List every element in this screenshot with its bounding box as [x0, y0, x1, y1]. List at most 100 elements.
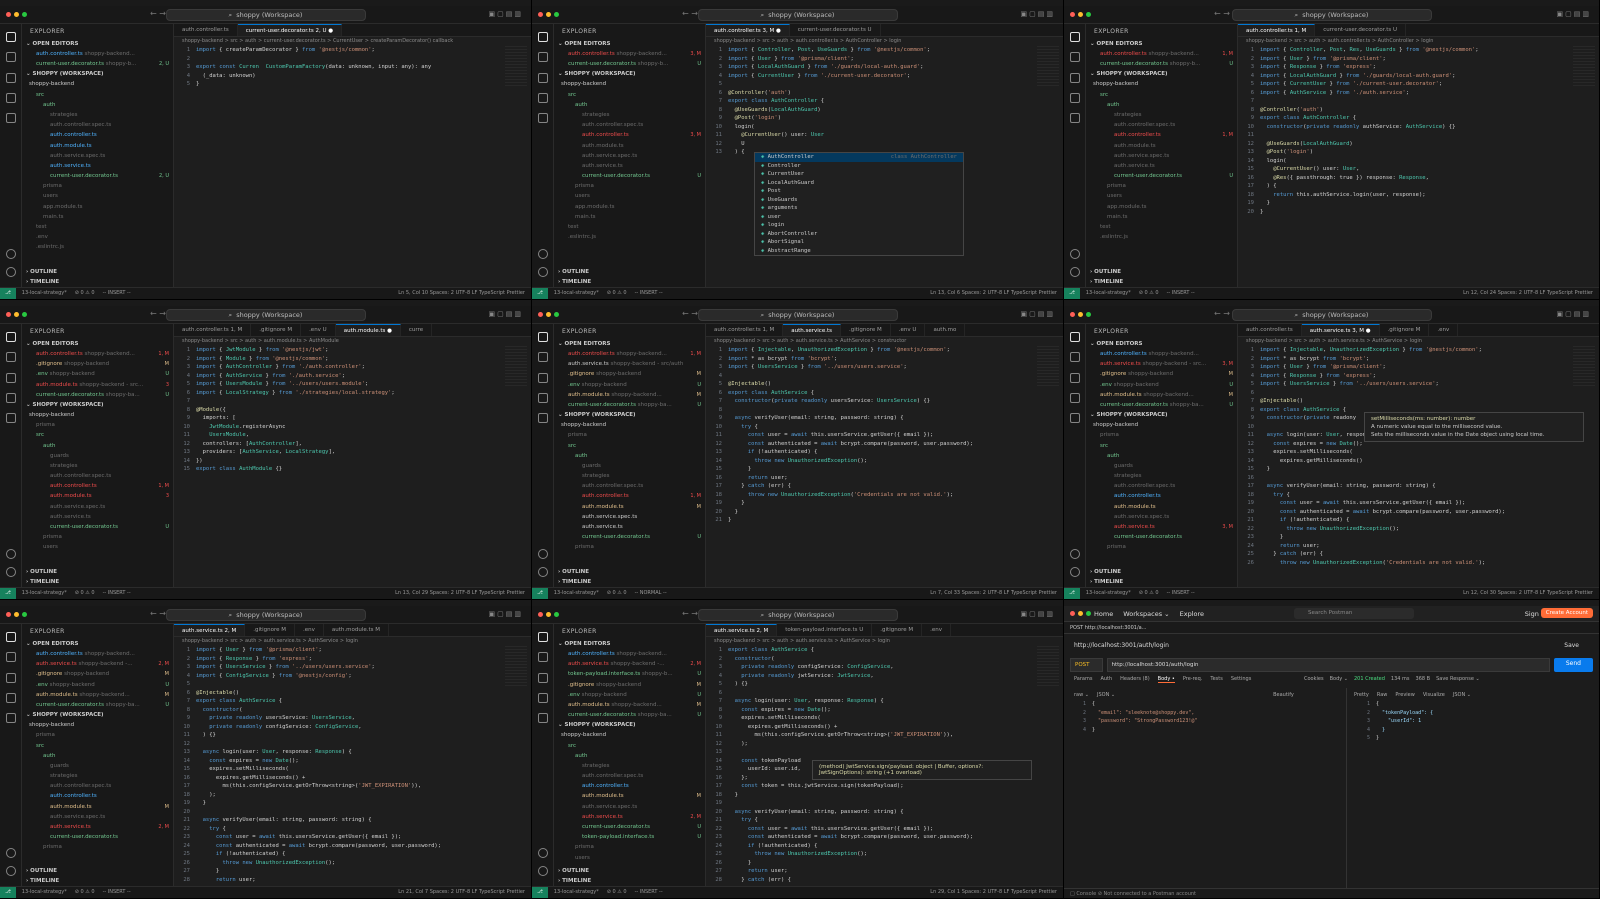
- tree-item[interactable]: src: [1086, 441, 1237, 451]
- tree-item[interactable]: shoppy-backend: [554, 79, 705, 89]
- tree-item[interactable]: auth.service.spec.ts: [22, 151, 173, 161]
- layout-toggle-icons[interactable]: ▣▢▤▥: [1021, 310, 1055, 318]
- body-format-select[interactable]: raw ⌄: [1074, 692, 1089, 698]
- open-editor-item[interactable]: auth.module.ts shoppy-backend... M: [554, 700, 705, 710]
- close-window-icon[interactable]: [6, 312, 11, 317]
- status-lang[interactable]: TypeScript: [1011, 290, 1039, 296]
- tree-item[interactable]: auth.service.spec.ts: [554, 151, 705, 161]
- open-editor-item[interactable]: current-user.decorator.ts shoppy-ba... U: [554, 710, 705, 720]
- editor-tab[interactable]: .env: [295, 624, 324, 636]
- send-button[interactable]: Send: [1553, 658, 1593, 672]
- tree-item[interactable]: auth.service.spec.ts: [554, 802, 705, 812]
- breadcrumb[interactable]: shoppy-backend > src > auth > auth.servi…: [706, 637, 1063, 646]
- command-center-search[interactable]: ⌕ shoppy (Workspace): [697, 9, 898, 21]
- open-editors-header[interactable]: ⌄ OPEN EDITORS: [554, 339, 705, 349]
- open-editor-item[interactable]: auth.module.ts shoppy-backend - src... 3: [22, 380, 173, 390]
- request-config-tab[interactable]: Pre-req.: [1183, 676, 1203, 683]
- window-controls[interactable]: [538, 12, 559, 17]
- search-icon[interactable]: [6, 52, 16, 63]
- tree-item[interactable]: prisma: [22, 532, 173, 542]
- tree-item[interactable]: current-user.decorator.ts U: [554, 532, 705, 542]
- editor-tab[interactable]: .gitignore M: [245, 624, 296, 636]
- open-editor-item[interactable]: .env shoppy-backend U: [1086, 380, 1237, 390]
- tree-item[interactable]: strategies: [554, 471, 705, 481]
- tree-item[interactable]: users: [554, 191, 705, 201]
- tree-item[interactable]: auth: [22, 100, 173, 110]
- tree-item[interactable]: auth: [554, 751, 705, 761]
- search-icon[interactable]: [538, 652, 548, 663]
- minimize-window-icon[interactable]: [14, 12, 19, 17]
- open-editor-item[interactable]: token-payload.interface.ts shoppy-b... U: [554, 669, 705, 679]
- editor-tab[interactable]: current-user.decorator.ts U: [790, 24, 881, 36]
- layout-toggle-icons[interactable]: ▣▢▤▥: [1557, 10, 1591, 18]
- status-lang[interactable]: TypeScript: [1011, 590, 1039, 596]
- tree-item[interactable]: current-user.decorator.ts U: [1086, 171, 1237, 181]
- timeline-header[interactable]: › TIMELINE: [22, 876, 63, 886]
- close-window-icon[interactable]: [538, 12, 543, 17]
- open-editor-item[interactable]: auth.controller.ts shoppy-backend...: [554, 649, 705, 659]
- close-window-icon[interactable]: [6, 612, 11, 617]
- extensions-icon[interactable]: [538, 713, 548, 724]
- tree-item[interactable]: prisma: [22, 420, 173, 430]
- remote-indicator[interactable]: ⎇: [0, 887, 16, 898]
- editor-tab[interactable]: .gitignore M: [841, 324, 891, 336]
- tree-item[interactable]: main.ts: [1086, 212, 1237, 222]
- status-enc[interactable]: UTF-8: [988, 889, 1004, 895]
- status-enc[interactable]: UTF-8: [456, 590, 472, 596]
- editor-tab[interactable]: auth.service.ts 2, M: [706, 624, 778, 636]
- close-window-icon[interactable]: [1070, 611, 1075, 616]
- zoom-window-icon[interactable]: [1086, 611, 1091, 616]
- minimize-window-icon[interactable]: [546, 312, 551, 317]
- request-config-tab[interactable]: Auth: [1100, 676, 1112, 683]
- explorer-icon[interactable]: [6, 332, 16, 342]
- method-select[interactable]: POST: [1070, 658, 1103, 672]
- tree-item[interactable]: auth: [1086, 100, 1237, 110]
- tree-item[interactable]: current-user.decorator.ts U: [22, 522, 173, 532]
- cursor-position[interactable]: Ln 5, Col 10: [398, 290, 429, 296]
- tree-item[interactable]: users: [554, 853, 705, 863]
- zoom-window-icon[interactable]: [22, 312, 27, 317]
- status-eol[interactable]: LF: [472, 889, 479, 895]
- response-format-tab[interactable]: Pretty: [1354, 692, 1369, 698]
- remote-indicator[interactable]: ⎇: [532, 288, 548, 299]
- minimap[interactable]: [1573, 346, 1595, 386]
- autocomplete-item[interactable]: ◈ Controller: [755, 162, 963, 171]
- run-debug-icon[interactable]: [538, 92, 548, 103]
- tree-item[interactable]: auth.controller.ts 3, M: [554, 130, 705, 140]
- tree-item[interactable]: auth.controller.spec.ts: [1086, 481, 1237, 491]
- tree-item[interactable]: auth.service.spec.ts: [1086, 151, 1237, 161]
- timeline-header[interactable]: › TIMELINE: [1086, 277, 1127, 287]
- tree-item[interactable]: src: [22, 430, 173, 440]
- breadcrumb[interactable]: shoppy-backend > src > auth > auth.modul…: [174, 337, 531, 346]
- tree-item[interactable]: users: [1086, 191, 1237, 201]
- tree-item[interactable]: auth.controller.spec.ts: [1086, 120, 1237, 130]
- account-icon[interactable]: [538, 249, 548, 259]
- search-icon[interactable]: [1070, 352, 1080, 363]
- tree-item[interactable]: auth.controller.ts: [1086, 491, 1237, 501]
- minimize-window-icon[interactable]: [1078, 12, 1083, 17]
- command-center-search[interactable]: ⌕ shoppy (Workspace): [697, 609, 898, 621]
- tree-item[interactable]: auth.service.ts: [554, 522, 705, 532]
- status-enc[interactable]: UTF-8: [1524, 290, 1540, 296]
- tree-item[interactable]: auth.controller.ts: [554, 781, 705, 791]
- outline-header[interactable]: › OUTLINE: [554, 567, 593, 577]
- extensions-icon[interactable]: [6, 113, 16, 124]
- back-forward-icon[interactable]: ← →: [682, 309, 698, 318]
- tree-item[interactable]: auth.service.spec.ts: [22, 502, 173, 512]
- zoom-window-icon[interactable]: [22, 612, 27, 617]
- close-window-icon[interactable]: [538, 612, 543, 617]
- settings-gear-icon[interactable]: [1070, 567, 1080, 577]
- status-prettier[interactable]: Prettier: [1039, 889, 1057, 895]
- tree-item[interactable]: auth.service.ts 2, M: [22, 822, 173, 832]
- tree-item[interactable]: strategies: [22, 461, 173, 471]
- status-eol[interactable]: LF: [472, 290, 479, 296]
- status-lang[interactable]: TypeScript: [479, 590, 507, 596]
- status-lang[interactable]: TypeScript: [1547, 290, 1575, 296]
- outline-header[interactable]: › OUTLINE: [22, 866, 61, 876]
- tree-item[interactable]: prisma: [1086, 430, 1237, 440]
- extensions-icon[interactable]: [1070, 113, 1080, 124]
- back-forward-icon[interactable]: ← →: [150, 609, 166, 618]
- tree-item[interactable]: src: [22, 90, 173, 100]
- tree-item[interactable]: auth.controller.ts 1, M: [22, 481, 173, 491]
- tree-item[interactable]: src: [554, 90, 705, 100]
